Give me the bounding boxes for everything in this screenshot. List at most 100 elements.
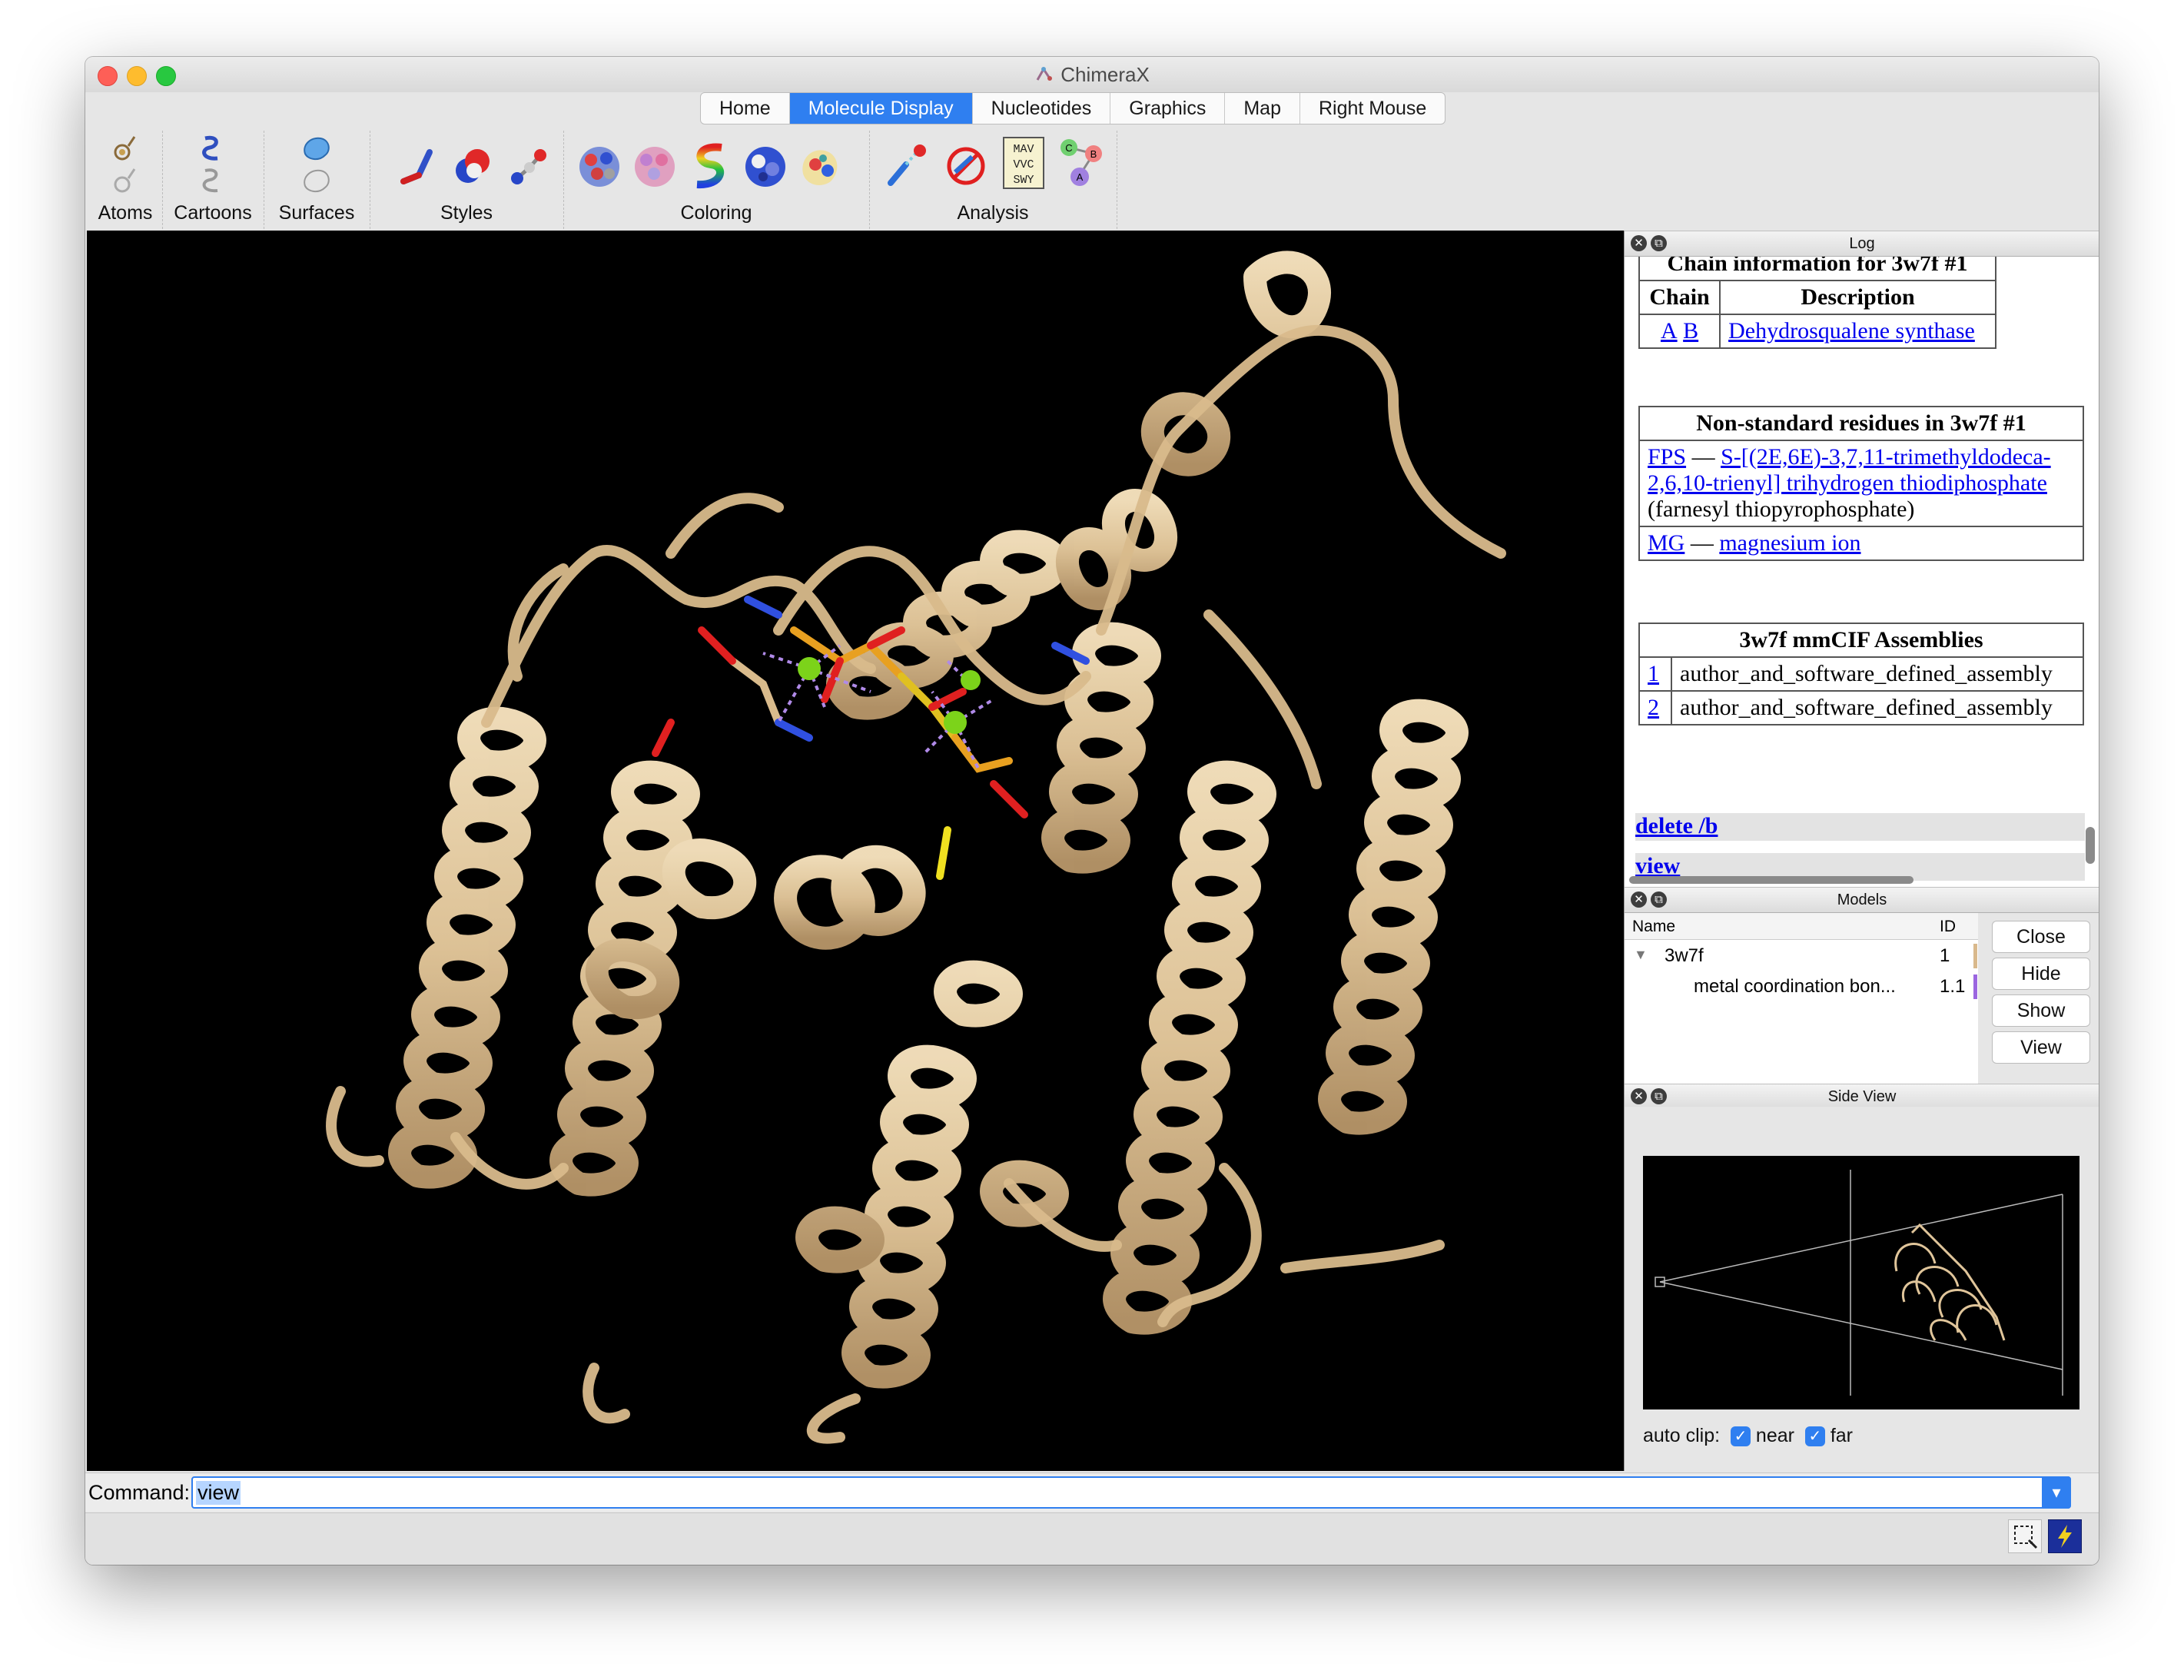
ball-and-stick-icon[interactable] [506, 144, 551, 189]
clashes-icon[interactable] [941, 141, 991, 191]
view-model-button[interactable]: View [1992, 1031, 2090, 1064]
assemblies-table: 3w7f mmCIF Assemblies 1 author_and_softwa… [1638, 623, 2084, 725]
title-bar: ChimeraX [85, 57, 2099, 92]
color-heteroatom-icon[interactable] [576, 143, 623, 191]
side-view-panel: auto clip: ✓ near ✓ far [1625, 1107, 2099, 1471]
side-view-panel-header: ✕ ⧉ Side View [1625, 1084, 2099, 1110]
nonstandard-residues-table: Non-standard residues in 3w7f #1 FPS — S… [1638, 406, 2084, 561]
assembly-link[interactable]: 1 [1648, 661, 1659, 686]
stick-icon[interactable] [396, 144, 440, 189]
model-name: 3w7f [1665, 945, 1704, 966]
log-horizontal-scrollbar[interactable] [1629, 876, 1913, 884]
chains-icon[interactable]: C B A [1057, 137, 1107, 191]
residue-note: (farnesyl thiopyrophosphate) [1648, 496, 1915, 522]
model-id: 1.1 [1940, 976, 1966, 997]
sphere-icon[interactable] [450, 143, 496, 189]
model-name: metal coordination bon... [1694, 976, 1896, 997]
near-checkbox[interactable]: ✓ [1730, 1426, 1751, 1447]
model-list[interactable]: Name ID ▼ 3w7f 1 metal coordination bon.… [1625, 913, 1978, 1105]
command-label: Command: [88, 1481, 191, 1504]
far-checkbox[interactable]: ✓ [1804, 1426, 1825, 1447]
hide-model-button[interactable]: Hide [1992, 958, 2090, 990]
show-surface-icon[interactable] [299, 131, 334, 166]
log-panel[interactable]: Chain information for 3w7f #1 Chain Descr… [1625, 257, 2099, 887]
near-label: near [1755, 1425, 1794, 1446]
log-panel-header: ✕ ⧉ Log [1625, 231, 2099, 257]
tab-map[interactable]: Map [1225, 93, 1300, 124]
hide-atoms-icon[interactable] [108, 164, 141, 197]
model-row-metal-coordination[interactable]: metal coordination bon... 1.1 [1625, 971, 1978, 1002]
toolbar-group-cartoons: Cartoons [162, 131, 264, 229]
show-atoms-icon[interactable] [108, 132, 141, 164]
electrostatic-icon[interactable] [797, 143, 845, 191]
chain-table-header: Description [1719, 280, 1996, 315]
command-input-text[interactable]: view [196, 1481, 241, 1505]
sequence-icon-row: MAV [1013, 143, 1034, 156]
toolbar-group-label: Surfaces [278, 202, 355, 224]
log-command-link[interactable]: view [1635, 853, 1680, 878]
toolbar-group-label: Cartoons [174, 202, 252, 224]
polymer-color-icon[interactable] [742, 143, 789, 191]
toolbar-group-surfaces: Surfaces [264, 131, 370, 229]
command-history-dropdown[interactable]: ▾ [2042, 1476, 2071, 1509]
sequence-icon[interactable]: MAV VVC SWY [1003, 137, 1044, 189]
hbonds-icon[interactable] [883, 141, 932, 191]
show-model-button[interactable]: Show [1992, 994, 2090, 1027]
toolbar-group-label: Atoms [98, 202, 153, 224]
toolbar: Atoms Cartoons Surfaces Styles Coloring … [85, 131, 2099, 229]
color-element-icon[interactable] [631, 143, 679, 191]
auto-clip-label: auto clip: [1643, 1425, 1721, 1446]
side-view-canvas[interactable] [1643, 1156, 2079, 1409]
model-color-swatch[interactable] [1973, 974, 1977, 999]
disclosure-triangle-icon[interactable]: ▼ [1634, 947, 1648, 963]
residue-code-link[interactable]: MG [1648, 530, 1684, 556]
log-title: Log [1849, 235, 1875, 252]
show-cartoons-icon[interactable] [196, 132, 228, 164]
hide-surface-icon[interactable] [299, 163, 334, 198]
toolbar-tabs: Home Molecule Display Nucleotides Graphi… [700, 92, 1446, 125]
residue-code-link[interactable]: FPS [1648, 444, 1686, 470]
side-view-model [1894, 1223, 2006, 1341]
window-title-text: ChimeraX [1060, 63, 1150, 86]
rainbow-icon[interactable] [688, 141, 732, 191]
tab-nucleotides[interactable]: Nucleotides [973, 93, 1111, 124]
chain-table: Chain information for 3w7f #1 Chain Descr… [1638, 257, 1996, 349]
magnesium-ion [961, 670, 981, 690]
assembly-name: author_and_software_defined_assembly [1671, 656, 2084, 692]
chain-link-b[interactable]: B [1683, 318, 1698, 344]
column-id[interactable]: ID [1940, 918, 1956, 936]
graphics-viewport[interactable] [87, 231, 1624, 1471]
log-vertical-scrollbar[interactable] [2086, 827, 2095, 864]
toolbar-group-label: Coloring [680, 202, 752, 224]
assemblies-caption: 3w7f mmCIF Assemblies [1638, 623, 2084, 658]
models-panel-header: ✕ ⧉ Models [1625, 887, 2099, 913]
side-view-title: Side View [1827, 1088, 1897, 1105]
residue-dash: — [1690, 530, 1714, 556]
chains-icon-letter: A [1077, 171, 1084, 183]
chain-link-a[interactable]: A [1661, 318, 1678, 344]
tab-right-mouse[interactable]: Right Mouse [1300, 93, 1445, 124]
sequence-icon-row: VVC [1013, 158, 1034, 171]
sequence-icon-row: SWY [1013, 174, 1034, 187]
command-input[interactable]: view ▾ [191, 1476, 2071, 1509]
chains-icon-letter: C [1065, 142, 1072, 154]
close-model-button[interactable]: Close [1992, 921, 2090, 953]
toolbar-group-label: Styles [440, 202, 493, 224]
toolbar-group-atoms: Atoms [88, 131, 163, 229]
select-mode-icon[interactable] [2008, 1519, 2042, 1553]
hide-cartoons-icon[interactable] [196, 164, 228, 197]
tab-home[interactable]: Home [701, 93, 790, 124]
models-panel: Name ID ▼ 3w7f 1 metal coordination bon.… [1625, 913, 2099, 1105]
graphics-speed-icon[interactable] [2048, 1519, 2082, 1553]
model-color-swatch[interactable] [1973, 944, 1977, 968]
protein-ribbon-model[interactable] [87, 231, 1624, 1471]
log-command-link[interactable]: delete /b [1635, 813, 1718, 838]
model-row-3w7f[interactable]: ▼ 3w7f 1 [1625, 941, 1978, 971]
tab-graphics[interactable]: Graphics [1110, 93, 1226, 124]
residue-dash: — [1691, 444, 1715, 470]
column-name[interactable]: Name [1632, 918, 1675, 936]
tab-molecule-display[interactable]: Molecule Display [789, 93, 973, 124]
chain-description-link[interactable]: Dehydrosqualene synthase [1728, 318, 1975, 344]
assembly-link[interactable]: 2 [1648, 695, 1659, 720]
residue-name-link[interactable]: magnesium ion [1719, 530, 1860, 556]
